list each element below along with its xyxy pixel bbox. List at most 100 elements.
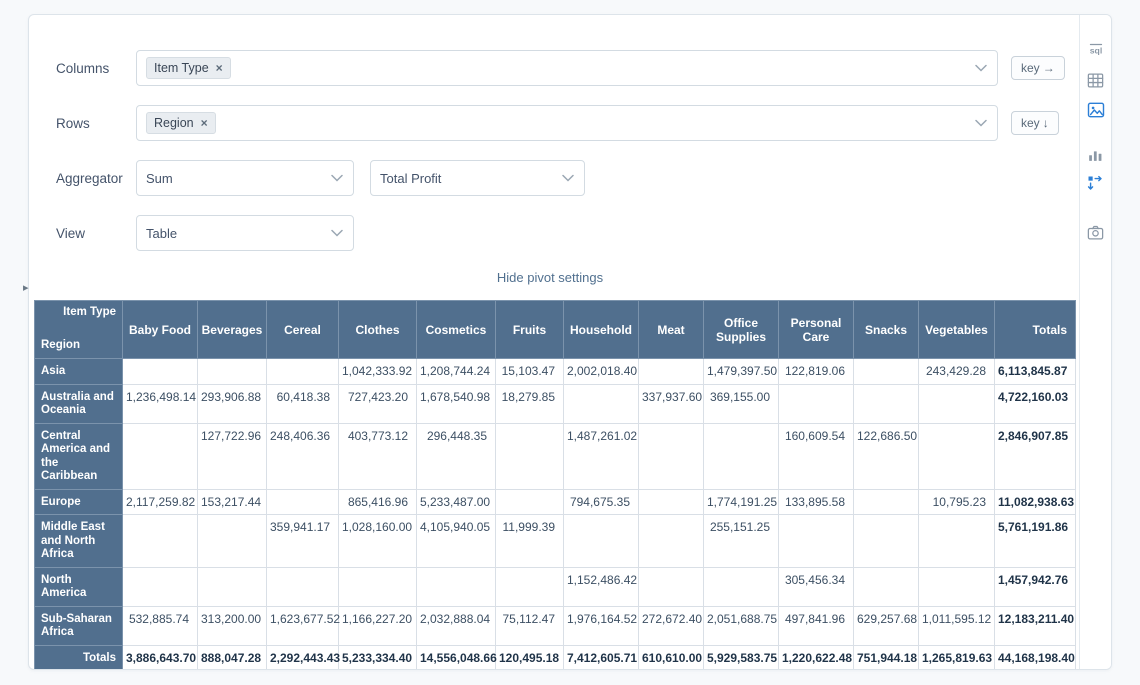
column-total-cell: 888,047.28 <box>198 645 267 670</box>
value-cell: 2,117,259.82 <box>123 489 198 515</box>
value-cell: 369,155.00 <box>704 384 779 423</box>
value-cell <box>639 567 704 606</box>
collapse-panel-arrow[interactable]: ▸ <box>23 283 29 294</box>
row-header: Central America and the Caribbean <box>35 423 123 489</box>
chevron-down-icon <box>331 174 343 182</box>
value-cell <box>854 384 919 423</box>
pivot-panel: Columns Item Type × key → Rows <box>28 14 1112 670</box>
value-cell: 1,623,677.52 <box>267 606 339 645</box>
value-cell: 727,423.20 <box>339 384 417 423</box>
columns-tag[interactable]: Item Type × <box>146 57 231 79</box>
table-row: North America1,152,486.42305,456.341,457… <box>35 567 1076 606</box>
value-cell: 18,279.85 <box>496 384 564 423</box>
aggregator-value: Sum <box>146 171 173 186</box>
value-cell: 313,200.00 <box>198 606 267 645</box>
value-cell <box>854 515 919 568</box>
pivot-icon <box>1086 174 1106 194</box>
table-grid-icon <box>1086 71 1105 90</box>
column-total-cell: 1,265,819.63 <box>919 645 995 670</box>
value-cell <box>417 567 496 606</box>
column-header: Office Supplies <box>704 301 779 359</box>
value-cell <box>496 489 564 515</box>
columns-key-button[interactable]: key → <box>1011 56 1065 80</box>
value-cell: 1,487,261.02 <box>564 423 639 489</box>
row-total-cell: 2,846,907.85 <box>995 423 1076 489</box>
table-row: Sub-Saharan Africa532,885.74313,200.001,… <box>35 606 1076 645</box>
value-cell <box>779 515 854 568</box>
pivot-table-container: Item TypeRegionBaby FoodBeveragesCerealC… <box>34 300 1111 670</box>
column-attribute-label: Item Type <box>35 301 122 330</box>
table-row: Asia1,042,333.921,208,744.2415,103.472,0… <box>35 359 1076 385</box>
row-header: Sub-Saharan Africa <box>35 606 123 645</box>
value-cell <box>919 567 995 606</box>
value-cell: 305,456.34 <box>779 567 854 606</box>
value-cell: 497,841.96 <box>779 606 854 645</box>
value-cell: 1,042,333.92 <box>339 359 417 385</box>
view-control-row: View Table <box>56 215 1111 251</box>
page-background: Columns Item Type × key → Rows <box>0 0 1140 685</box>
toolbar-button-bar-chart[interactable] <box>1085 143 1107 165</box>
hide-pivot-settings-link[interactable]: Hide pivot settings <box>29 270 1071 285</box>
column-header: Snacks <box>854 301 919 359</box>
value-cell <box>123 515 198 568</box>
aggregator-select[interactable]: Sum <box>136 160 354 196</box>
rows-tag-label: Region <box>154 116 194 130</box>
column-header: Personal Care <box>779 301 854 359</box>
value-cell: 1,236,498.14 <box>123 384 198 423</box>
value-cell <box>198 515 267 568</box>
aggregator-label: Aggregator <box>56 171 136 186</box>
value-cell <box>564 515 639 568</box>
value-cell: 1,166,227.20 <box>339 606 417 645</box>
view-select[interactable]: Table <box>136 215 354 251</box>
arrow-down-icon: ↓ <box>1043 116 1049 130</box>
value-cell: 1,976,164.52 <box>564 606 639 645</box>
column-header: Meat <box>639 301 704 359</box>
camera-icon <box>1086 223 1105 242</box>
value-cell: 1,011,595.12 <box>919 606 995 645</box>
value-cell <box>496 423 564 489</box>
column-total-cell: 7,412,605.71 <box>564 645 639 670</box>
remove-columns-tag-icon[interactable]: × <box>216 61 223 75</box>
toolbar-button-camera[interactable] <box>1085 221 1107 243</box>
value-cell: 122,819.06 <box>779 359 854 385</box>
columns-select[interactable]: Item Type × <box>136 50 998 86</box>
column-header: Household <box>564 301 639 359</box>
rows-tag[interactable]: Region × <box>146 112 216 134</box>
value-cell: 1,774,191.25 <box>704 489 779 515</box>
pivot-header-row: Item TypeRegionBaby FoodBeveragesCerealC… <box>35 301 1076 359</box>
toolbar-button-table[interactable] <box>1085 69 1107 91</box>
value-cell <box>919 423 995 489</box>
value-cell: 248,406.36 <box>267 423 339 489</box>
value-cell <box>496 567 564 606</box>
chevron-down-icon <box>975 64 987 72</box>
rows-key-button[interactable]: key ↓ <box>1011 111 1059 135</box>
value-cell: 865,416.96 <box>339 489 417 515</box>
value-cell: 127,722.96 <box>198 423 267 489</box>
value-cell: 1,479,397.50 <box>704 359 779 385</box>
toolbar-button-sql[interactable]: sql <box>1085 39 1107 61</box>
column-total-cell: 1,220,622.48 <box>779 645 854 670</box>
value-cell <box>919 515 995 568</box>
value-cell: 153,217.44 <box>198 489 267 515</box>
remove-rows-tag-icon[interactable]: × <box>201 116 208 130</box>
totals-column-header: Totals <box>995 301 1076 359</box>
value-cell <box>564 384 639 423</box>
column-header: Fruits <box>496 301 564 359</box>
value-cell <box>854 489 919 515</box>
value-cell: 75,112.47 <box>496 606 564 645</box>
toolbar-button-pivot[interactable] <box>1085 173 1107 195</box>
columns-label: Columns <box>56 61 136 76</box>
toolbar-button-chart[interactable] <box>1085 99 1107 121</box>
row-header: Australia and Oceania <box>35 384 123 423</box>
value-cell <box>704 567 779 606</box>
right-toolbar: sql <box>1079 15 1111 669</box>
value-cell: 403,773.12 <box>339 423 417 489</box>
value-cell <box>779 384 854 423</box>
aggregator-field-select[interactable]: Total Profit <box>370 160 585 196</box>
column-total-cell: 751,944.18 <box>854 645 919 670</box>
value-cell: 2,032,888.04 <box>417 606 496 645</box>
rows-select[interactable]: Region × <box>136 105 998 141</box>
view-value: Table <box>146 226 177 241</box>
value-cell <box>639 359 704 385</box>
table-row: Australia and Oceania1,236,498.14293,906… <box>35 384 1076 423</box>
